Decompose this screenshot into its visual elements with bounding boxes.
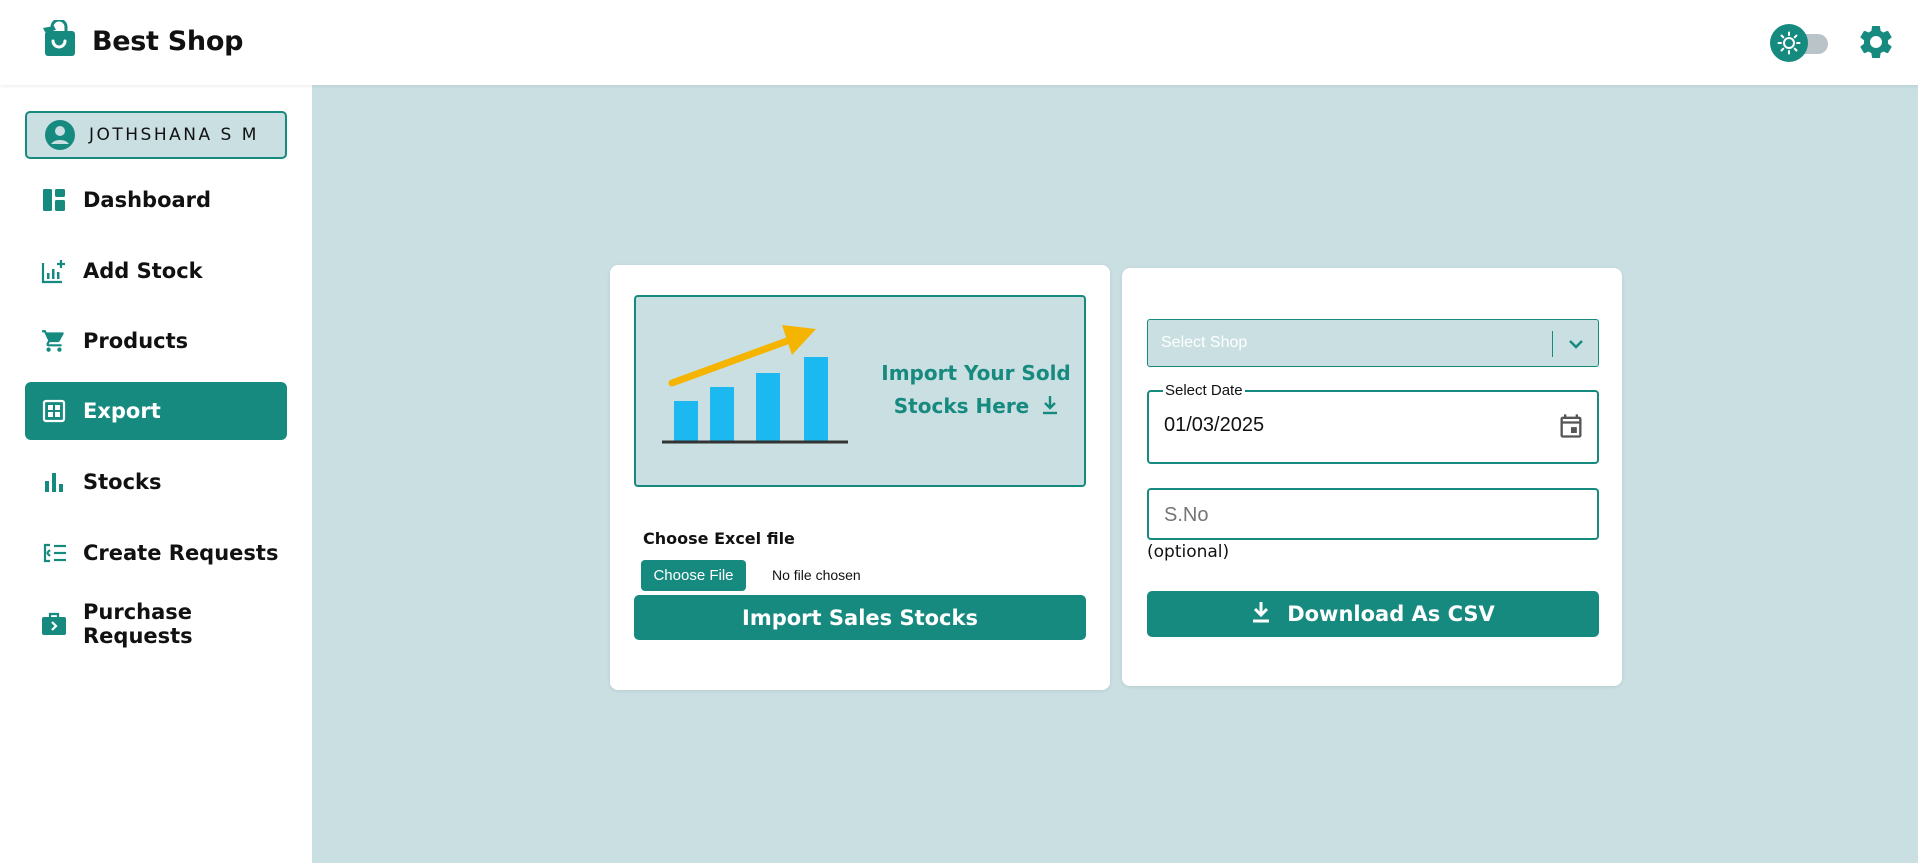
select-shop-placeholder: Select Shop (1161, 334, 1248, 351)
user-name: JOTHSHANA S M (89, 125, 259, 145)
import-sales-stocks-button[interactable]: Import Sales Stocks (634, 595, 1086, 640)
growth-chart-illustration (662, 325, 848, 444)
sidebar-item-create-requests[interactable]: Create Requests (25, 524, 287, 582)
sidebar-item-label: Create Requests (83, 541, 279, 565)
import-drop-zone[interactable]: Import Your Sold Stocks Here (634, 295, 1086, 487)
download-button-label: Download As CSV (1287, 602, 1495, 626)
brand[interactable]: Best Shop (40, 18, 244, 62)
brand-title: Best Shop (92, 25, 244, 57)
sno-placeholder: S.No (1164, 504, 1209, 526)
briefcase-icon (41, 611, 67, 637)
date-value[interactable]: 01/03/2025 (1164, 414, 1264, 437)
chevron-down-icon[interactable] (1564, 332, 1588, 356)
import-card: Import Your Sold Stocks Here Choose Exce… (610, 265, 1110, 690)
export-card: Select Shop Select Date 01/03/2025 S.No … (1122, 268, 1622, 686)
sno-input[interactable]: S.No (1147, 488, 1599, 540)
sidebar: JOTHSHANA S M Dashboard Add Stock Produc… (0, 85, 312, 863)
date-field[interactable]: Select Date 01/03/2025 (1147, 382, 1599, 464)
checklist-icon (41, 540, 67, 566)
file-label: Choose Excel file (643, 529, 795, 548)
sidebar-item-label: Purchase Requests (83, 600, 193, 648)
sidebar-item-add-stock[interactable]: Add Stock (25, 242, 287, 300)
theme-toggle[interactable] (1770, 24, 1830, 62)
choose-file-button[interactable]: Choose File (641, 560, 746, 591)
bar-chart-icon (41, 469, 67, 495)
select-separator (1552, 331, 1553, 357)
gear-icon[interactable] (1856, 22, 1896, 62)
sidebar-item-dashboard[interactable]: Dashboard (25, 171, 287, 229)
sno-hint: (optional) (1147, 542, 1230, 562)
sidebar-item-label: Add Stock (83, 259, 203, 283)
shopping-bag-icon (40, 18, 78, 62)
file-status: No file chosen (772, 567, 861, 583)
user-profile-button[interactable]: JOTHSHANA S M (25, 111, 287, 159)
sidebar-item-products[interactable]: Products (25, 312, 287, 370)
date-field-label: Select Date (1163, 382, 1245, 399)
account-circle-icon (45, 120, 75, 150)
download-icon (1251, 601, 1271, 628)
add-chart-icon (41, 258, 67, 284)
import-banner-text: Import Your Sold Stocks Here (881, 357, 1071, 425)
import-button-label: Import Sales Stocks (742, 605, 978, 630)
grid-icon (41, 398, 67, 424)
cart-icon (41, 328, 67, 354)
download-icon (1042, 392, 1058, 425)
top-header: Best Shop (0, 0, 1918, 85)
main-content: Import Your Sold Stocks Here Choose Exce… (312, 85, 1918, 863)
dashboard-icon (41, 187, 67, 213)
download-csv-button[interactable]: Download As CSV (1147, 591, 1599, 637)
sun-icon (1770, 24, 1808, 62)
sidebar-item-label: Stocks (83, 470, 162, 494)
select-shop-dropdown[interactable]: Select Shop (1147, 319, 1599, 367)
sidebar-item-label: Products (83, 329, 189, 353)
sidebar-item-export[interactable]: Export (25, 382, 287, 440)
sidebar-item-stocks[interactable]: Stocks (25, 453, 287, 511)
sidebar-item-label: Dashboard (83, 188, 212, 212)
calendar-icon[interactable] (1557, 412, 1585, 440)
sidebar-item-label: Export (83, 399, 161, 423)
sidebar-item-purchase-requests[interactable]: Purchase Requests (25, 595, 287, 653)
